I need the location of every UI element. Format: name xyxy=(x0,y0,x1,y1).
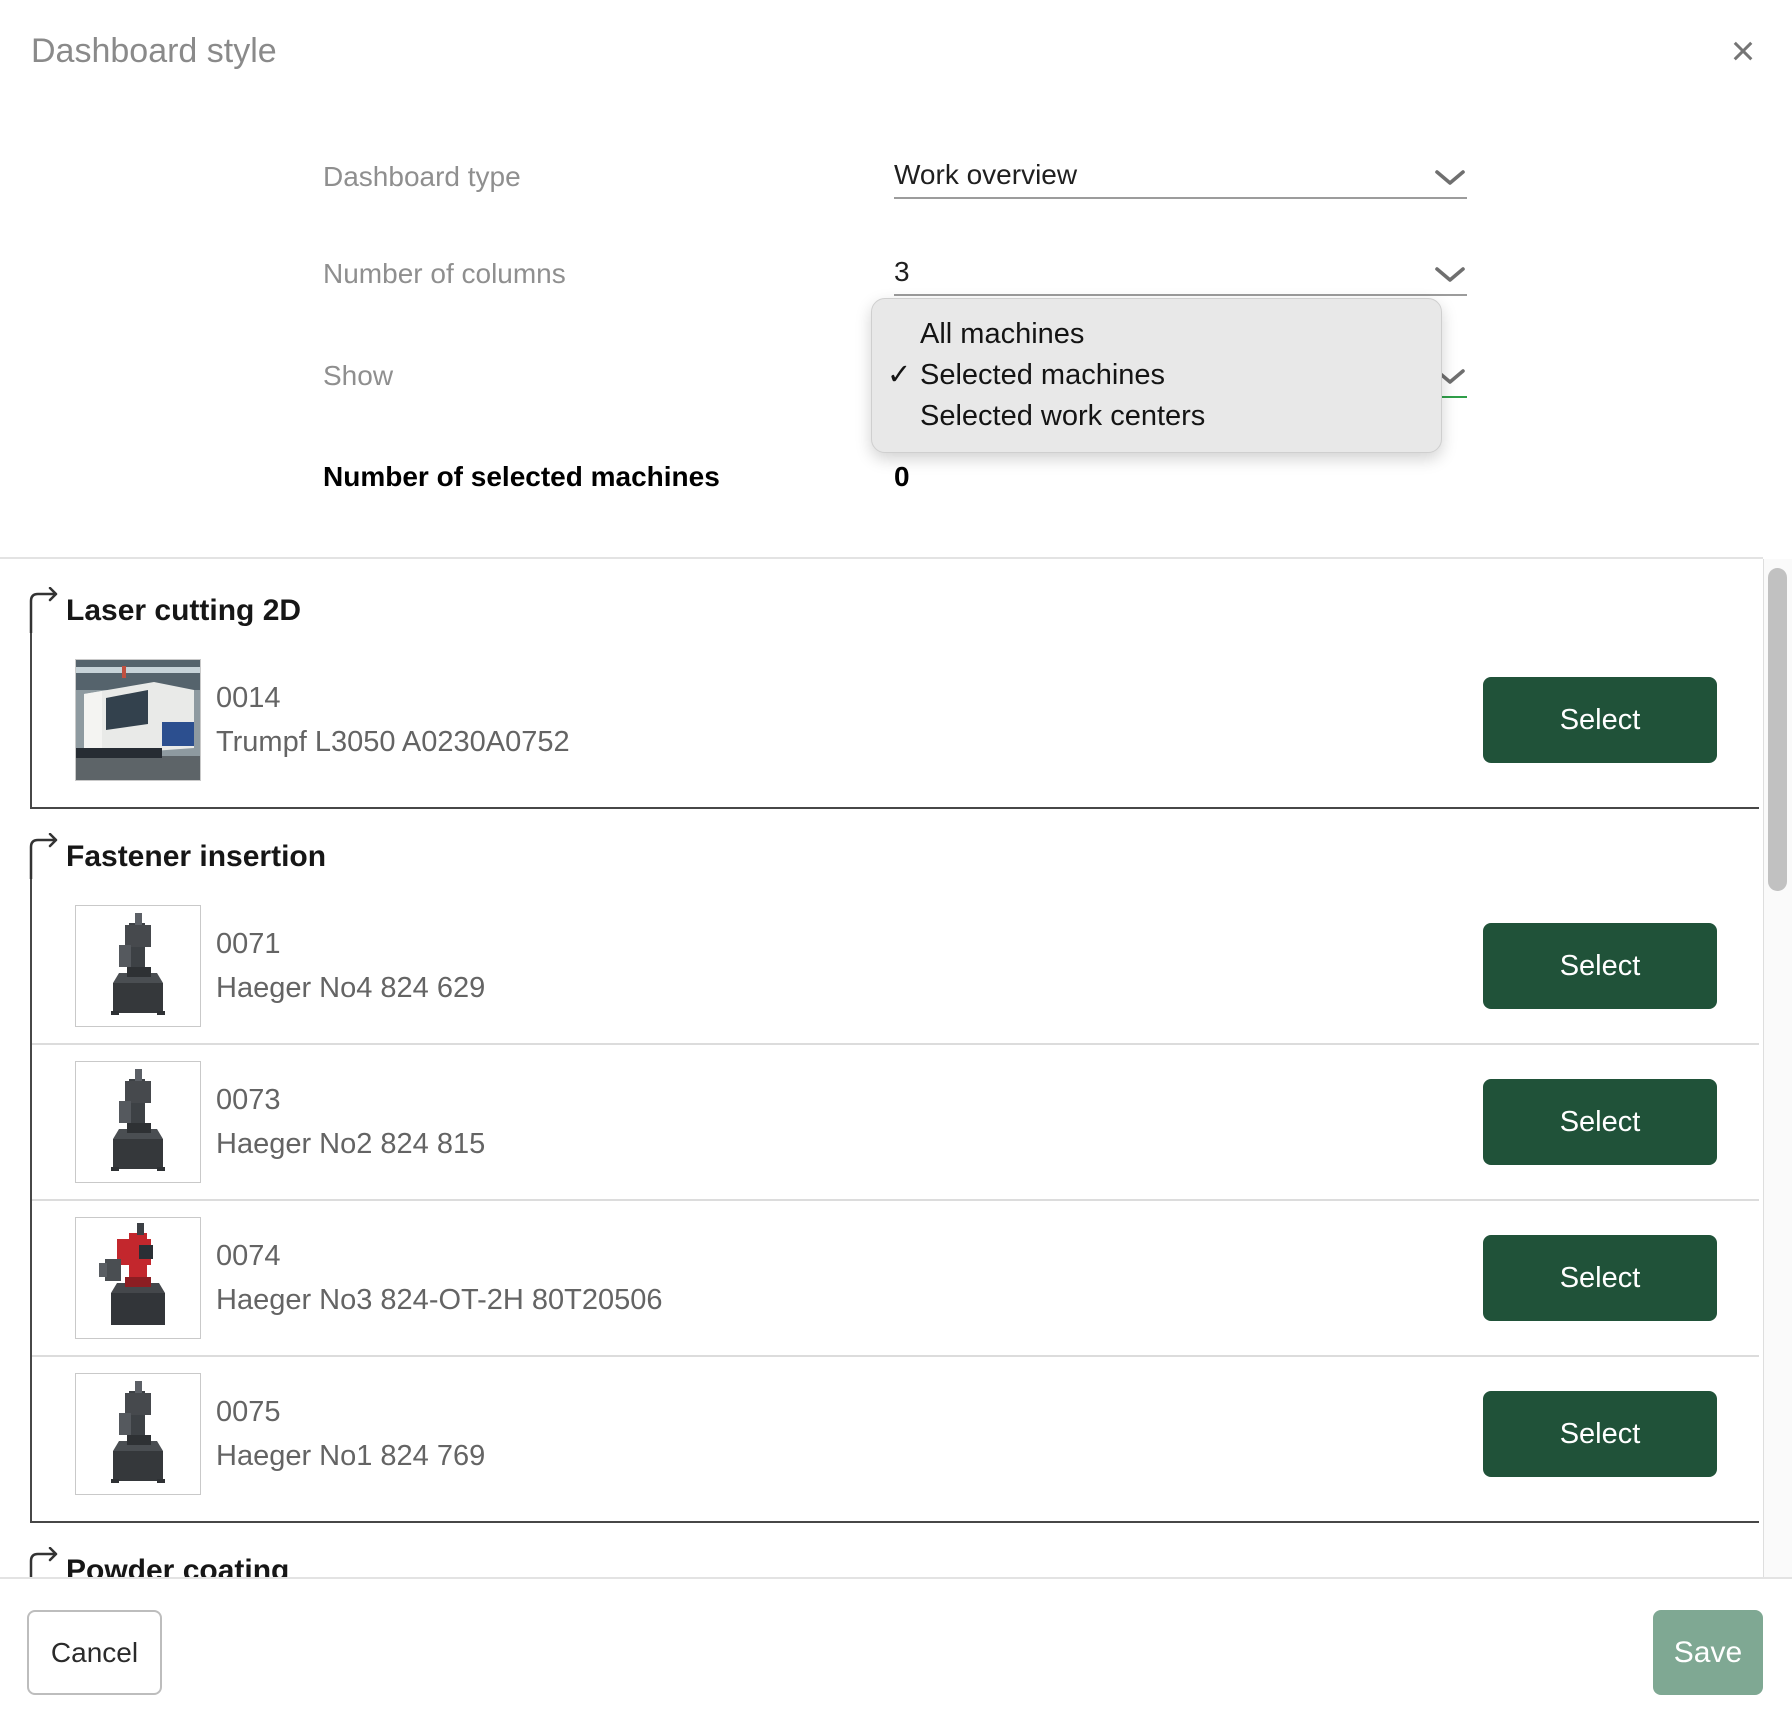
machine-group-title: Fastener insertion xyxy=(66,835,326,879)
select-machine-button[interactable]: Select xyxy=(1483,1235,1717,1321)
form-row-number-of-columns: Number of columns 3 xyxy=(0,252,1792,296)
show-dropdown-popup: All machines ✓ Selected machines Selected w… xyxy=(871,298,1442,453)
dropdown-option-label: Selected work centers xyxy=(920,400,1205,432)
form-row-selected-count: Number of selected machines 0 xyxy=(0,455,1792,499)
select-machine-button[interactable]: Select xyxy=(1483,1391,1717,1477)
machine-group: Fastener insertion 0071Haeger No4 824 629… xyxy=(0,833,1763,1523)
machine-group-header: Laser cutting 2D xyxy=(29,587,1763,633)
machine-name: Haeger No4 824 629 xyxy=(216,966,1483,1010)
dropdown-option[interactable]: Selected work centers xyxy=(872,396,1441,437)
checkmark-icon: ✓ xyxy=(887,355,911,396)
machine-group-box: 0014Trumpf L3050 A0230A0752Select xyxy=(30,633,1759,809)
group-hierarchy-arrow-icon xyxy=(29,833,59,879)
machine-group-box: 0071Haeger No4 824 629Select0073Haeger N… xyxy=(30,879,1759,1523)
number-of-columns-value: 3 xyxy=(894,256,910,287)
dialog-title: Dashboard style xyxy=(31,32,277,71)
machine-row: 0074Haeger No3 824-OT-2H 80T20506Select xyxy=(32,1201,1759,1355)
machine-name: Haeger No1 824 769 xyxy=(216,1434,1483,1478)
show-label: Show xyxy=(323,354,393,398)
machine-thumbnail xyxy=(75,1061,201,1183)
machine-code: 0014 xyxy=(216,676,1483,720)
machine-code: 0075 xyxy=(216,1390,1483,1434)
form-row-dashboard-type: Dashboard type Work overview xyxy=(0,155,1792,199)
dialog-header: Dashboard style × xyxy=(0,0,1792,112)
vertical-scrollbar[interactable] xyxy=(1763,559,1792,1577)
select-machine-button[interactable]: Select xyxy=(1483,1079,1717,1165)
scrollbar-thumb[interactable] xyxy=(1768,568,1787,891)
machine-code: 0073 xyxy=(216,1078,1483,1122)
dropdown-option-label: Selected machines xyxy=(920,359,1165,391)
machine-row: 0071Haeger No4 824 629Select xyxy=(32,889,1759,1043)
cancel-button[interactable]: Cancel xyxy=(27,1610,162,1695)
dashboard-type-select[interactable]: Work overview xyxy=(894,155,1467,199)
machine-code: 0071 xyxy=(216,922,1483,966)
group-hierarchy-arrow-icon xyxy=(29,587,59,633)
machine-row: 0073Haeger No2 824 815Select xyxy=(32,1045,1759,1199)
chevron-down-icon xyxy=(1434,266,1466,283)
close-icon[interactable]: × xyxy=(1718,26,1768,76)
dialog-footer: Cancel Save xyxy=(0,1577,1792,1722)
machine-thumbnail xyxy=(75,1373,201,1495)
number-of-columns-select[interactable]: 3 xyxy=(894,252,1467,296)
select-machine-button[interactable]: Select xyxy=(1483,677,1717,763)
machine-thumbnail xyxy=(75,905,201,1027)
dropdown-option-label: All machines xyxy=(920,318,1084,350)
machine-thumbnail xyxy=(75,1217,201,1339)
machine-group-title: Laser cutting 2D xyxy=(66,589,301,633)
machine-group-header: Fastener insertion xyxy=(29,833,1763,879)
selected-count-value: 0 xyxy=(894,455,910,499)
machine-code: 0074 xyxy=(216,1234,1483,1278)
machine-group-title: Powder coating xyxy=(66,1549,289,1579)
machine-name: Haeger No3 824-OT-2H 80T20506 xyxy=(216,1278,1483,1322)
machine-group: Powder coating xyxy=(0,1547,1763,1579)
machine-row: 0014Trumpf L3050 A0230A0752Select xyxy=(32,643,1759,797)
chevron-down-icon xyxy=(1434,169,1466,186)
machine-name: Haeger No2 824 815 xyxy=(216,1122,1483,1166)
dropdown-option[interactable]: All machines xyxy=(872,314,1441,355)
select-machine-button[interactable]: Select xyxy=(1483,923,1717,1009)
machine-row: 0075Haeger No1 824 769Select xyxy=(32,1357,1759,1511)
dashboard-type-value: Work overview xyxy=(894,159,1077,190)
group-hierarchy-arrow-icon xyxy=(29,1547,59,1579)
selected-count-label: Number of selected machines xyxy=(323,455,720,499)
machine-name: Trumpf L3050 A0230A0752 xyxy=(216,720,1483,764)
machine-list[interactable]: Laser cutting 2D 0014Trumpf L3050 A0230A0… xyxy=(0,557,1763,1579)
dropdown-option[interactable]: ✓ Selected machines xyxy=(872,355,1441,396)
machine-group: Laser cutting 2D 0014Trumpf L3050 A0230A0… xyxy=(0,587,1763,809)
machine-thumbnail xyxy=(75,659,201,781)
save-button[interactable]: Save xyxy=(1653,1610,1763,1695)
number-of-columns-label: Number of columns xyxy=(323,252,566,296)
machine-group-header: Powder coating xyxy=(29,1547,1763,1579)
dashboard-type-label: Dashboard type xyxy=(323,155,521,199)
